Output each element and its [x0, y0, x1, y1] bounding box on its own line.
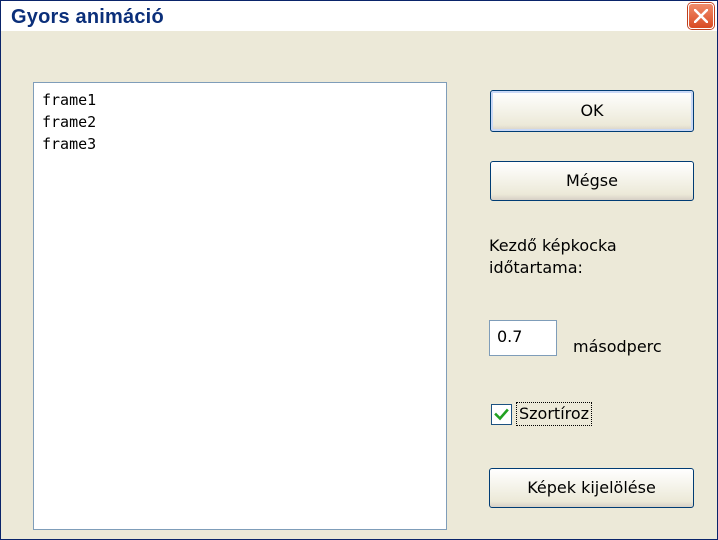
cancel-button[interactable]: Mégse: [490, 161, 694, 201]
ok-button[interactable]: OK: [490, 90, 694, 132]
seconds-label: másodperc: [573, 337, 662, 356]
duration-label-line2: időtartama:: [489, 258, 583, 277]
check-mark-icon: [494, 408, 509, 421]
sort-checkbox-label[interactable]: Szortíroz: [516, 402, 593, 426]
list-item[interactable]: frame3: [34, 133, 446, 155]
frames-listbox[interactable]: frame1 frame2 frame3: [33, 82, 447, 530]
list-item[interactable]: frame1: [34, 89, 446, 111]
select-images-button[interactable]: Képek kijelölése: [489, 468, 694, 508]
list-item[interactable]: frame2: [34, 111, 446, 133]
duration-label: Kezdő képkocka időtartama:: [489, 235, 709, 279]
duration-input[interactable]: 0.7: [489, 320, 557, 356]
duration-label-line1: Kezdő képkocka: [489, 236, 617, 255]
dialog-window: Gyors animáció frame1 frame2 frame3 OK M…: [0, 0, 718, 540]
close-icon: [694, 9, 708, 23]
window-title: Gyors animáció: [11, 6, 164, 28]
frames-list: frame1 frame2 frame3: [34, 83, 446, 155]
sort-checkbox[interactable]: [491, 404, 512, 425]
title-bar[interactable]: Gyors animáció: [1, 1, 717, 31]
dialog-client-area: frame1 frame2 frame3 OK Mégse Kezdő képk…: [1, 31, 717, 539]
close-button[interactable]: [688, 3, 714, 29]
